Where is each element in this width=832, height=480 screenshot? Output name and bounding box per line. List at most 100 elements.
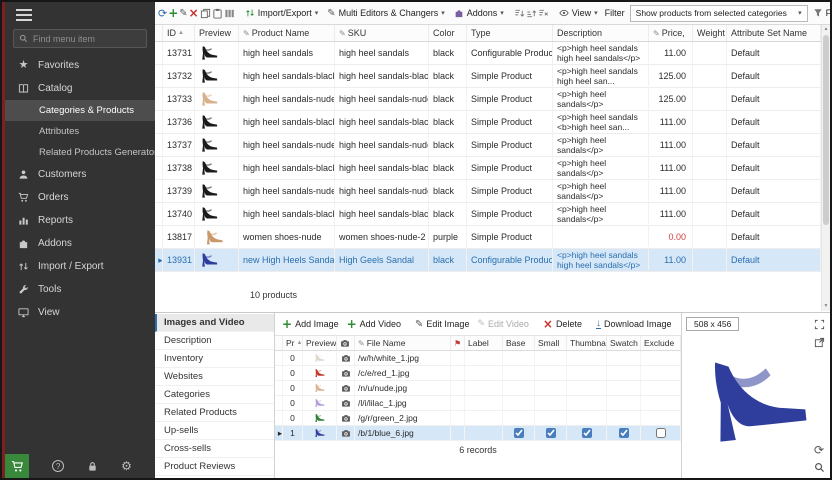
image-row[interactable]: 0 /g/r/green_2.jpg [275,411,681,426]
image-row-selected[interactable]: ▸ 1 /b/1/blue_6.jpg [275,426,681,441]
column-header-price[interactable]: ✎Price, [649,25,693,41]
paste-button[interactable] [212,4,223,22]
sort-descending-button[interactable] [514,4,525,22]
table-row[interactable]: 13738 high heel sandals-black-37 high he… [155,157,821,180]
column-header-sku[interactable]: ✎SKU [335,25,429,41]
table-row[interactable]: 13739 high heel sandals-nude-37 high hee… [155,180,821,203]
sidebar-item-tools[interactable]: Tools [5,278,155,301]
sidebar-search[interactable] [13,29,147,48]
delete-product-button[interactable]: × [189,4,199,22]
scroll-down-icon[interactable]: ▼ [822,302,830,311]
column-header-attribute-set[interactable]: Attribute Set Name [727,25,821,41]
open-in-new-window-button[interactable] [812,335,826,349]
sidebar-item-customers[interactable]: Customers [5,163,155,186]
import-export-menu-button[interactable]: Import/Export ▾ [241,4,323,22]
fullscreen-button[interactable] [812,317,826,331]
column-header-preview[interactable]: Preview [303,336,337,350]
image-row[interactable]: 0 /n/u/nude.jpg [275,381,681,396]
table-row[interactable]: 13731 high heel sandals high heel sandal… [155,42,821,65]
vertical-scrollbar[interactable]: ▲ ▼ [821,25,830,311]
sidebar-item-catalog[interactable]: Catalog [5,77,155,100]
refresh-button[interactable]: ⟳ [158,4,167,22]
table-row[interactable]: 13740 high heel sandals-black-38 high he… [155,203,821,226]
swatch-checkbox[interactable] [619,428,629,438]
add-image-button[interactable]: +Add Image [279,315,342,333]
sidebar-item-view[interactable]: View [5,301,155,324]
scroll-up-icon[interactable]: ▲ [822,25,830,34]
table-row-selected[interactable]: ▸ 13931 new High Heels Sandals High Geel… [155,249,821,272]
download-image-button[interactable]: ↓Download Image [593,315,675,333]
sidebar-item-import-export[interactable]: Import / Export [5,255,155,278]
thumbnail-checkbox[interactable] [582,428,592,438]
table-row[interactable]: 13817 women shoes-nude women shoes-nude-… [155,226,821,249]
tab-images-and-video[interactable]: Images and Video [155,314,274,332]
zoom-image-button[interactable] [812,460,826,474]
edit-video-button[interactable]: ✎Edit Video [474,315,531,333]
tab-cross-sells[interactable]: Cross-sells [155,440,274,458]
edit-product-button[interactable]: ✎ [179,4,187,22]
lock-icon[interactable] [87,461,98,472]
image-row[interactable]: 0 /l/i/lilac_1.jpg [275,396,681,411]
tab-description[interactable]: Description [155,332,274,350]
table-row[interactable]: 13737 high heel sandals-nude-36 high hee… [155,134,821,157]
table-row[interactable]: 13736 high heel sandals-black-36 high he… [155,111,821,134]
filters-menu-button[interactable]: Filters ▾ [809,4,832,22]
sidebar-item-favorites[interactable]: ★ Favorites [5,54,155,77]
sort-ascending-button[interactable] [526,4,537,22]
sidebar-item-categories-products[interactable]: Categories & Products [5,100,155,121]
column-header-exclude[interactable]: Exclude [641,336,681,350]
column-header-file-name[interactable]: ✎File Name [355,336,451,350]
clear-sort-button[interactable] [538,4,549,22]
sidebar-item-orders[interactable]: Orders [5,186,155,209]
tab-categories[interactable]: Categories [155,386,274,404]
tab-websites[interactable]: Websites [155,368,274,386]
tab-product-reviews[interactable]: Product Reviews [155,458,274,476]
addons-menu-button[interactable]: Addons ▾ [450,4,508,22]
edit-image-button[interactable]: ✎Edit Image [412,315,472,333]
column-header-preview[interactable]: Preview [195,25,239,41]
sidebar-item-attributes[interactable]: Attributes [5,121,155,142]
column-header-product-name[interactable]: ✎Product Name [239,25,335,41]
search-input[interactable] [33,34,141,44]
sidebar-item-related-products-generator[interactable]: Related Products Generator [5,142,155,163]
scrollbar-thumb[interactable] [823,35,829,225]
base-checkbox[interactable] [514,428,524,438]
copy-button[interactable] [200,4,211,22]
column-header-type[interactable]: Type [467,25,553,41]
delete-image-button[interactable]: ×Delete [540,315,585,333]
image-row[interactable]: 0 /w/h/white_1.jpg [275,351,681,366]
table-row[interactable]: 13733 high heel sandals-nude high heel s… [155,88,821,111]
column-header-thumbnail[interactable]: Thumbna [567,336,607,350]
hamburger-menu-icon[interactable] [16,9,32,21]
column-header-label[interactable]: Label [465,336,503,350]
column-header-description[interactable]: Description [553,25,649,41]
multi-editors-menu-button[interactable]: ✎ Multi Editors & Changers ▾ [323,4,448,22]
column-header-flag[interactable]: ⚑ [451,336,465,350]
add-video-button[interactable]: +Add Video [344,315,404,333]
column-header-swatch[interactable]: Swatch [607,336,641,350]
column-header-color[interactable]: Color [429,25,467,41]
table-row[interactable]: 13732 high heel sandals-black high heel … [155,65,821,88]
view-menu-button[interactable]: View ▾ [555,4,602,22]
add-product-button[interactable]: + [168,4,178,22]
column-header-weight[interactable]: Weight [693,25,727,41]
tab-up-sells[interactable]: Up-sells [155,422,274,440]
rotate-image-button[interactable]: ⟳ [812,443,826,457]
column-header-small[interactable]: Small [535,336,567,350]
sidebar-item-addons[interactable]: Addons [5,232,155,255]
small-checkbox[interactable] [546,428,556,438]
column-header-camera[interactable] [337,336,355,350]
settings-gear-icon[interactable]: ⚙ [121,460,132,472]
help-icon[interactable]: ? [52,460,64,472]
tab-inventory[interactable]: Inventory [155,350,274,368]
column-header-position[interactable]: Pr▲ [283,336,303,350]
sidebar-item-reports[interactable]: Reports [5,209,155,232]
image-row[interactable]: 0 /c/e/red_1.jpg [275,366,681,381]
columns-button[interactable] [224,4,235,22]
store-manager-logo[interactable] [5,454,29,478]
exclude-checkbox[interactable] [656,428,666,438]
column-header-base[interactable]: Base [503,336,535,350]
tab-related-products[interactable]: Related Products [155,404,274,422]
filter-select[interactable]: Show products from selected categories ▾ [630,5,808,22]
column-header-id[interactable]: ID▲ [163,25,195,41]
